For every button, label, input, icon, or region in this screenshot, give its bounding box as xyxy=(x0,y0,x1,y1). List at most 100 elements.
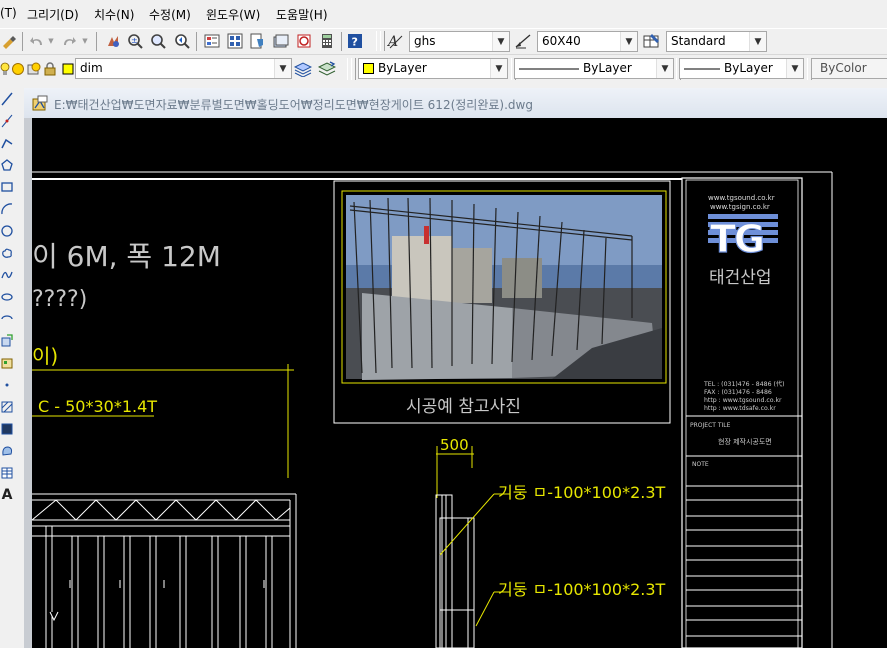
gate-hinge-markers xyxy=(49,580,265,622)
menu-item-dimension[interactable]: 치수(N) xyxy=(94,6,134,23)
menu-item-window[interactable]: 윈도우(W) xyxy=(206,6,260,23)
model-space-canvas[interactable]: 이 6M, 폭 12M ????) 이) C - 50*30*1.4T 시공예 … xyxy=(32,118,887,648)
tool-palettes-icon[interactable] xyxy=(248,32,266,50)
bulb-on-icon[interactable] xyxy=(0,60,10,78)
post-elevation xyxy=(435,494,475,648)
linetype-control-combo[interactable]: ByLayer ▼ xyxy=(514,58,674,79)
draw-toolbar: A xyxy=(0,84,14,648)
leader-post-1 xyxy=(439,493,495,556)
heading-main: 이 6M, 폭 12M xyxy=(32,240,221,273)
region-icon[interactable] xyxy=(0,442,14,460)
undo-icon[interactable] xyxy=(28,32,46,50)
drawing-svg: 이 6M, 폭 12M ????) 이) C - 50*30*1.4T 시공예 … xyxy=(32,171,833,648)
lock-icon[interactable] xyxy=(43,60,57,78)
sheet-set-icon[interactable] xyxy=(272,32,290,50)
drawing-window: E:₩태건산업₩도면자료₩분류별도면₩홀딩도어₩정리도면₩현장게이트 612(정… xyxy=(24,88,887,648)
contact-line-2: FAX : (031)476 - 8486 xyxy=(704,389,772,396)
text-style-icon[interactable]: A xyxy=(387,32,405,50)
help-icon[interactable]: ? xyxy=(346,32,364,50)
website-2: www.tgsign.co.kr xyxy=(710,203,770,211)
calculator-icon[interactable] xyxy=(318,32,336,50)
design-center-icon[interactable] xyxy=(226,32,244,50)
separator xyxy=(96,32,97,51)
chevron-down-icon[interactable]: ▼ xyxy=(490,59,507,78)
menu-item-modify[interactable]: 수정(M) xyxy=(149,6,191,23)
toolbar-grip[interactable] xyxy=(380,31,385,51)
drawing-window-titlebar[interactable]: E:₩태건산업₩도면자료₩분류별도면₩홀딩도어₩정리도면₩현장게이트 612(정… xyxy=(24,88,887,119)
pan-realtime-icon[interactable] xyxy=(104,32,122,50)
gradient-icon[interactable] xyxy=(0,420,14,438)
chevron-down-icon[interactable]: ▼ xyxy=(274,59,291,78)
dimension-style-icon[interactable] xyxy=(514,32,532,50)
window-edge xyxy=(24,118,32,648)
text-style-combo[interactable]: ghs ▼ xyxy=(409,31,510,52)
point-icon[interactable] xyxy=(0,376,14,394)
markup-set-icon[interactable] xyxy=(295,32,313,50)
website-1: www.tgsound.co.kr xyxy=(708,194,775,202)
plot-style-control-combo[interactable]: ByColor xyxy=(811,58,887,79)
menu-item-help[interactable]: 도움말(H) xyxy=(276,6,328,23)
polyline-icon[interactable] xyxy=(0,134,14,152)
layer-color-swatch[interactable] xyxy=(61,60,75,78)
menu-item-draw[interactable]: 그리기(D) xyxy=(27,6,79,23)
arc-icon[interactable] xyxy=(0,200,14,218)
undo-dropdown-icon[interactable]: ▼ xyxy=(46,32,56,50)
rectangle-icon[interactable] xyxy=(0,178,14,196)
zoom-previous-icon[interactable] xyxy=(173,32,191,50)
separator xyxy=(196,32,197,51)
line-icon[interactable] xyxy=(0,90,14,108)
logo-text: TG xyxy=(710,217,763,261)
chevron-down-icon[interactable]: ▼ xyxy=(749,32,766,51)
circle-icon[interactable] xyxy=(0,222,14,240)
site-photo xyxy=(346,195,662,380)
svg-text:±: ± xyxy=(131,36,138,45)
table-style-icon[interactable] xyxy=(643,32,661,50)
chevron-down-icon[interactable]: ▼ xyxy=(786,59,803,78)
viewport-freeze-icon[interactable] xyxy=(27,60,41,78)
multiline-text-icon[interactable]: A xyxy=(0,486,14,504)
make-object-layer-current-icon[interactable] xyxy=(294,60,312,78)
chevron-down-icon[interactable]: ▼ xyxy=(620,32,637,51)
dwg-file-icon[interactable] xyxy=(32,95,48,111)
polygon-icon[interactable] xyxy=(0,156,14,174)
color-control-combo[interactable]: ByLayer ▼ xyxy=(358,58,508,79)
construction-line-icon[interactable] xyxy=(0,112,14,130)
properties-icon[interactable] xyxy=(203,32,221,50)
dimension-style-combo[interactable]: 60X40 ▼ xyxy=(537,31,638,52)
zoom-window-icon[interactable] xyxy=(149,32,167,50)
chevron-down-icon[interactable]: ▼ xyxy=(656,59,673,78)
label-post-2: 기둥 ㅁ-100*100*2.3T xyxy=(498,580,666,599)
menu-item-t[interactable]: (T) xyxy=(0,6,17,20)
separator xyxy=(22,32,23,51)
lineweight-sample xyxy=(684,68,720,70)
sun-freeze-icon[interactable] xyxy=(11,60,25,78)
chevron-down-icon[interactable]: ▼ xyxy=(492,32,509,51)
lineweight-control-combo[interactable]: ByLayer ▼ xyxy=(679,58,804,79)
toolbar-grip[interactable] xyxy=(351,58,356,80)
zoom-realtime-icon[interactable]: ± xyxy=(126,32,144,50)
layer-previous-icon[interactable] xyxy=(318,60,336,78)
make-block-icon[interactable] xyxy=(0,354,14,372)
label-c-member: C - 50*30*1.4T xyxy=(38,397,157,416)
spline-icon[interactable] xyxy=(0,266,14,284)
photo-caption: 시공예 참고사진 xyxy=(406,397,521,417)
redo-icon[interactable] xyxy=(60,32,78,50)
table-icon[interactable] xyxy=(0,464,14,482)
svg-text:?: ? xyxy=(352,36,358,49)
match-properties-icon[interactable] xyxy=(0,32,18,50)
layer-combo[interactable]: dim ▼ xyxy=(75,58,292,79)
table-style-combo[interactable]: Standard ▼ xyxy=(666,31,767,52)
redo-dropdown-icon[interactable]: ▼ xyxy=(80,32,90,50)
dimension-500: 500 xyxy=(440,436,469,454)
revision-cloud-icon[interactable] xyxy=(0,244,14,262)
dimension-style-value: 60X40 xyxy=(542,34,581,48)
project-title-label: PROJECT TILE xyxy=(690,422,731,429)
color-value: ByLayer xyxy=(378,61,427,75)
ellipse-icon[interactable] xyxy=(0,288,14,306)
linetype-sample xyxy=(519,68,579,70)
hatch-icon[interactable] xyxy=(0,398,14,416)
insert-block-icon[interactable] xyxy=(0,332,14,350)
ellipse-arc-icon[interactable] xyxy=(0,310,14,328)
contact-line-1: TEL : (031)476 - 8486 (代) xyxy=(703,380,785,388)
leader-post-2 xyxy=(475,591,495,627)
